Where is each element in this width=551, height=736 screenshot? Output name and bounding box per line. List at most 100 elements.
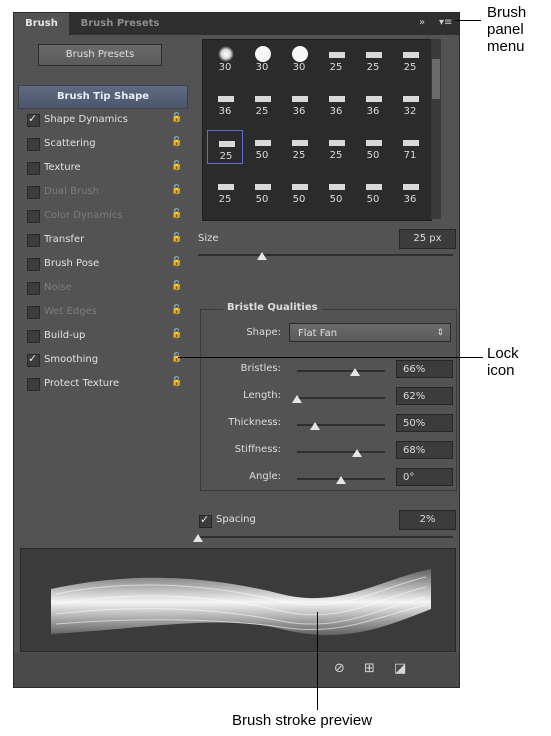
lock-icon[interactable]: 🔓 bbox=[171, 113, 182, 125]
option-checkbox[interactable] bbox=[27, 234, 40, 247]
brush-presets-button[interactable]: Brush Presets bbox=[38, 44, 162, 66]
lock-icon[interactable]: 🔓 bbox=[171, 305, 182, 317]
bristle-param-handle[interactable] bbox=[336, 476, 346, 484]
option-brush-pose[interactable]: Brush Pose 🔓 bbox=[18, 253, 186, 275]
option-brush-tip-shape[interactable]: Brush Tip Shape bbox=[18, 85, 188, 109]
tab-brush-presets[interactable]: Brush Presets bbox=[70, 13, 170, 35]
panel-menu-icon[interactable]: ▾≡ bbox=[439, 17, 452, 28]
brush-tip-cell[interactable]: 36 bbox=[355, 86, 391, 120]
brush-tip-cell[interactable]: 36 bbox=[318, 86, 354, 120]
collapse-icon[interactable]: » bbox=[419, 17, 425, 28]
grid-scrollbar[interactable] bbox=[431, 39, 441, 219]
option-build-up[interactable]: Build-up 🔓 bbox=[18, 325, 186, 347]
tab-brush[interactable]: Brush bbox=[14, 13, 69, 35]
tip-size-label: 36 bbox=[329, 106, 343, 117]
bristle-tip-icon bbox=[218, 184, 234, 190]
spacing-track[interactable] bbox=[198, 536, 453, 538]
option-noise[interactable]: Noise 🔓 bbox=[18, 277, 186, 299]
option-checkbox[interactable]: ✓ bbox=[27, 112, 40, 127]
option-checkbox[interactable] bbox=[27, 282, 40, 295]
brush-tip-cell[interactable]: 25 bbox=[318, 42, 354, 76]
round-tip-icon bbox=[292, 46, 308, 62]
bristle-param-handle[interactable] bbox=[350, 368, 361, 376]
bristle-param-track[interactable] bbox=[297, 451, 385, 453]
option-checkbox[interactable] bbox=[27, 378, 40, 391]
option-scattering[interactable]: Scattering 🔓 bbox=[18, 133, 186, 155]
spacing-slider-handle[interactable] bbox=[193, 534, 203, 542]
bristle-tip-icon bbox=[403, 96, 419, 102]
new-preset-icon[interactable]: ◪ bbox=[394, 661, 406, 676]
option-shape-dynamics[interactable]: ✓ Shape Dynamics 🔓 bbox=[18, 109, 186, 131]
option-checkbox[interactable]: ✓ bbox=[27, 352, 40, 367]
option-texture[interactable]: Texture 🔓 bbox=[18, 157, 186, 179]
grid-icon[interactable]: ⊞ bbox=[364, 661, 375, 676]
brush-tip-cell[interactable]: 36 bbox=[281, 86, 317, 120]
bristle-param-handle[interactable] bbox=[292, 395, 302, 403]
brush-tip-cell[interactable]: 50 bbox=[281, 174, 317, 208]
lock-icon[interactable]: 🔓 bbox=[171, 161, 182, 173]
bristle-param-handle[interactable] bbox=[351, 449, 362, 457]
option-label: Protect Texture bbox=[44, 378, 120, 389]
option-checkbox[interactable] bbox=[27, 258, 40, 271]
bristle-param-track[interactable] bbox=[297, 370, 385, 372]
brush-tip-cell[interactable]: 32 bbox=[392, 86, 428, 120]
brush-tip-cell[interactable]: 50 bbox=[355, 174, 391, 208]
tip-size-label: 36 bbox=[403, 194, 417, 205]
lock-icon[interactable]: 🔓 bbox=[171, 377, 182, 389]
brush-tip-cell[interactable]: 50 bbox=[318, 174, 354, 208]
bristle-param-track[interactable] bbox=[297, 397, 385, 399]
size-slider-handle[interactable] bbox=[256, 252, 267, 260]
option-color-dynamics[interactable]: Color Dynamics 🔓 bbox=[18, 205, 186, 227]
lock-icon[interactable]: 🔓 bbox=[171, 257, 182, 269]
spacing-field[interactable]: 2% bbox=[399, 510, 456, 530]
brush-tip-cell[interactable]: 25 bbox=[244, 86, 280, 120]
brush-tip-cell[interactable]: 50 bbox=[244, 174, 280, 208]
shape-label: Shape: bbox=[246, 327, 281, 338]
brush-tip-cell[interactable]: 36 bbox=[392, 174, 428, 208]
brush-toggle-icon[interactable]: ⊘ bbox=[334, 661, 345, 676]
lock-icon[interactable]: 🔓 bbox=[171, 329, 182, 341]
brush-tip-cell[interactable]: 30 bbox=[207, 42, 243, 76]
brush-tip-cell[interactable]: 50 bbox=[244, 130, 280, 164]
brush-tip-cell[interactable]: 25 bbox=[281, 130, 317, 164]
option-checkbox[interactable] bbox=[27, 306, 40, 319]
bristle-param-field[interactable]: 0° bbox=[396, 468, 453, 486]
size-track[interactable] bbox=[198, 254, 453, 256]
brush-tip-cell[interactable]: 25 bbox=[207, 174, 243, 208]
bristle-param-label: Angle: bbox=[249, 471, 281, 482]
option-wet-edges[interactable]: Wet Edges 🔓 bbox=[18, 301, 186, 323]
lock-icon[interactable]: 🔓 bbox=[171, 185, 182, 197]
option-protect-texture[interactable]: Protect Texture 🔓 bbox=[18, 373, 186, 395]
brush-tip-cell[interactable]: 50 bbox=[355, 130, 391, 164]
brush-tip-cell[interactable]: 25 bbox=[392, 42, 428, 76]
lock-icon[interactable]: 🔓 bbox=[171, 137, 182, 149]
brush-tip-cell[interactable]: 30 bbox=[281, 42, 317, 76]
lock-icon[interactable]: 🔓 bbox=[171, 233, 182, 245]
option-dual-brush[interactable]: Dual Brush 🔓 bbox=[18, 181, 186, 203]
option-checkbox[interactable] bbox=[27, 162, 40, 175]
option-checkbox[interactable] bbox=[27, 330, 40, 343]
option-checkbox[interactable] bbox=[27, 186, 40, 199]
bristle-param-field[interactable]: 66% bbox=[396, 360, 453, 378]
size-field[interactable]: 25 px bbox=[399, 229, 456, 249]
brush-tip-cell[interactable]: 25 bbox=[318, 130, 354, 164]
spacing-checkbox[interactable]: ✓ bbox=[199, 513, 212, 528]
bristle-tip-icon bbox=[255, 140, 271, 146]
brush-tip-cell[interactable]: 25 bbox=[207, 130, 243, 164]
brush-tip-cell[interactable]: 71 bbox=[392, 130, 428, 164]
brush-tip-cell[interactable]: 36 bbox=[207, 86, 243, 120]
lock-icon[interactable]: 🔓 bbox=[171, 353, 182, 365]
bristle-param-handle[interactable] bbox=[309, 422, 320, 430]
option-transfer[interactable]: Transfer 🔓 bbox=[18, 229, 186, 251]
lock-icon[interactable]: 🔓 bbox=[171, 281, 182, 293]
brush-tip-cell[interactable]: 25 bbox=[355, 42, 391, 76]
option-smoothing[interactable]: ✓ Smoothing 🔓 bbox=[18, 349, 186, 371]
lock-icon[interactable]: 🔓 bbox=[171, 209, 182, 221]
brush-tip-cell[interactable]: 30 bbox=[244, 42, 280, 76]
option-checkbox[interactable] bbox=[27, 138, 40, 151]
option-checkbox[interactable] bbox=[27, 210, 40, 223]
bristle-param-field[interactable]: 50% bbox=[396, 414, 453, 432]
bristle-param-field[interactable]: 68% bbox=[396, 441, 453, 459]
shape-select[interactable]: Flat Fan ⇕ bbox=[289, 323, 451, 342]
bristle-param-field[interactable]: 62% bbox=[396, 387, 453, 405]
